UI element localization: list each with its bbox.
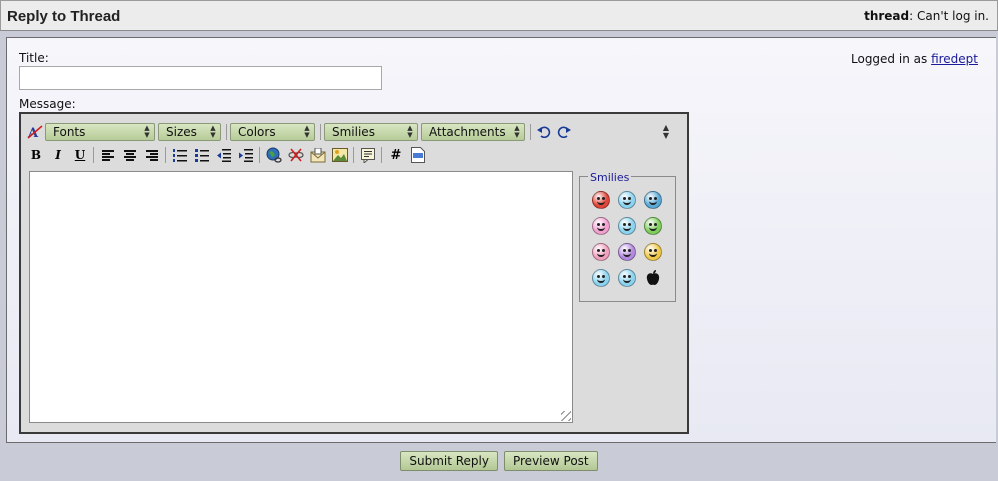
colors-dropdown[interactable]: Colors ▲ ▼ xyxy=(230,123,315,141)
username-link[interactable]: firedept xyxy=(931,52,978,66)
smiley-smile-icon[interactable] xyxy=(618,191,636,209)
insert-image-icon[interactable] xyxy=(329,146,351,164)
smilies-dropdown[interactable]: Smilies ▲ ▼ xyxy=(324,123,418,141)
smiley-cool-icon[interactable] xyxy=(644,191,662,209)
sizes-label: Sizes xyxy=(166,125,197,139)
toolbar-separator xyxy=(165,147,166,163)
reply-form-panel: Title: Logged in as firedept Message: A … xyxy=(6,37,996,443)
fonts-label: Fonts xyxy=(53,125,86,139)
outdent-icon[interactable] xyxy=(213,146,235,164)
updown-arrow-icon: ▲ ▼ xyxy=(407,124,413,139)
smilies-box: Smilies xyxy=(579,171,676,302)
apple-icon[interactable] xyxy=(644,269,662,287)
ordered-list-icon[interactable] xyxy=(169,146,191,164)
align-right-icon[interactable] xyxy=(141,146,163,164)
smiley-surprised-icon[interactable] xyxy=(618,269,636,287)
thread-label: thread xyxy=(864,9,910,23)
message-label: Message: xyxy=(19,97,76,111)
submit-reply-button[interactable]: Submit Reply xyxy=(400,451,498,471)
updown-arrow-icon: ▲ ▼ xyxy=(514,124,520,139)
editor-toolbar-row-1: A Fonts ▲ ▼ Sizes ▲ ▼ Colors ▲ ▼ Smilies ▲ ▼ Att… xyxy=(25,123,574,141)
toolbar-separator xyxy=(320,124,321,140)
remove-format-icon[interactable]: A xyxy=(25,123,45,141)
toolbar-separator xyxy=(93,147,94,163)
logged-in-info: Logged in as firedept xyxy=(851,52,978,66)
toolbar-separator xyxy=(381,147,382,163)
resize-grip-icon[interactable] xyxy=(561,411,571,421)
message-editor: A Fonts ▲ ▼ Sizes ▲ ▼ Colors ▲ ▼ Smilies ▲ ▼ Att… xyxy=(19,112,689,434)
code-button[interactable]: # xyxy=(385,146,407,164)
quote-icon[interactable] xyxy=(357,146,379,164)
attachments-dropdown[interactable]: Attachments ▲ ▼ xyxy=(421,123,525,141)
smilies-legend: Smilies xyxy=(588,171,632,184)
smiley-angry-icon[interactable] xyxy=(592,191,610,209)
toolbar-separator xyxy=(353,147,354,163)
attachments-label: Attachments xyxy=(429,125,506,139)
smiley-tongue-icon[interactable] xyxy=(592,217,610,235)
page-title: Reply to Thread xyxy=(7,8,121,25)
smiley-sad-icon[interactable] xyxy=(592,243,610,261)
thread-value: : Can't log in. xyxy=(909,9,989,23)
editor-toolbar-row-2: B I U # xyxy=(25,146,429,164)
remove-link-icon[interactable] xyxy=(285,146,307,164)
insert-html-icon[interactable] xyxy=(407,146,429,164)
title-input[interactable] xyxy=(19,66,382,90)
updown-arrow-icon: ▲ ▼ xyxy=(304,124,310,139)
fonts-dropdown[interactable]: Fonts ▲ ▼ xyxy=(45,123,155,141)
sizes-dropdown[interactable]: Sizes ▲ ▼ xyxy=(158,123,221,141)
colors-label: Colors xyxy=(238,125,276,139)
smiley-neutral-icon[interactable] xyxy=(644,243,662,261)
smilies-grid xyxy=(592,191,662,287)
form-buttons: Submit Reply Preview Post xyxy=(0,451,998,471)
smiley-frown-icon[interactable] xyxy=(618,243,636,261)
page-header: Reply to Thread thread: Can't log in. xyxy=(0,0,998,31)
redo-icon[interactable] xyxy=(554,123,574,141)
preview-post-button[interactable]: Preview Post xyxy=(503,451,598,471)
updown-arrow-icon: ▲ ▼ xyxy=(144,124,150,139)
insert-link-icon[interactable] xyxy=(263,146,285,164)
title-label: Title: xyxy=(19,51,49,65)
smiley-confused-icon[interactable] xyxy=(592,269,610,287)
smilies-label: Smilies xyxy=(332,125,375,139)
logged-in-text: Logged in as xyxy=(851,52,928,66)
toolbar-separator xyxy=(226,124,227,140)
smiley-wink-icon[interactable] xyxy=(618,217,636,235)
thread-info: thread: Can't log in. xyxy=(864,9,989,23)
collapse-toolbar-icon[interactable]: ▲ ▼ xyxy=(663,124,669,140)
undo-icon[interactable] xyxy=(534,123,554,141)
toolbar-separator xyxy=(259,147,260,163)
insert-email-icon[interactable] xyxy=(307,146,329,164)
align-left-icon[interactable] xyxy=(97,146,119,164)
unordered-list-icon[interactable] xyxy=(191,146,213,164)
updown-arrow-icon: ▲ ▼ xyxy=(210,124,216,139)
smiley-grin-icon[interactable] xyxy=(644,217,662,235)
message-textarea[interactable] xyxy=(29,171,573,423)
italic-button[interactable]: I xyxy=(47,146,69,164)
align-center-icon[interactable] xyxy=(119,146,141,164)
underline-button[interactable]: U xyxy=(69,146,91,164)
bold-button[interactable]: B xyxy=(25,146,47,164)
indent-icon[interactable] xyxy=(235,146,257,164)
toolbar-separator xyxy=(530,124,531,140)
